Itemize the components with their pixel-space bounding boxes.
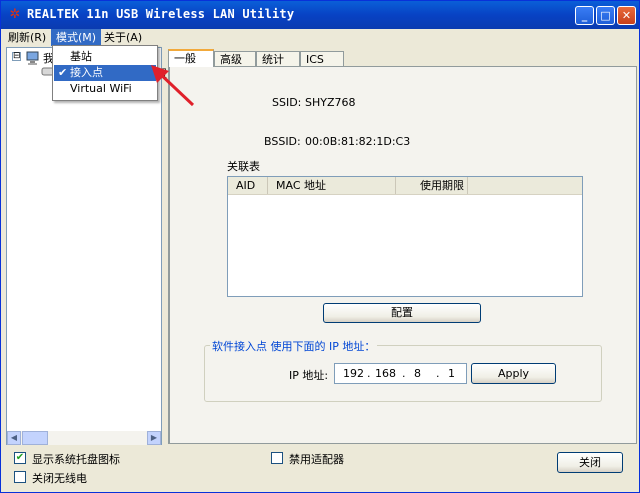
radio-off-label[interactable]: 关闭无线电 (32, 470, 87, 486)
scroll-thumb[interactable] (22, 431, 48, 445)
computer-icon (26, 51, 39, 65)
scroll-left-icon[interactable]: ◀ (7, 431, 21, 445)
tab-ics[interactable]: ICS (300, 51, 344, 66)
menu-item-access-point[interactable]: ✔ 接入点 (54, 65, 156, 81)
close-window-button[interactable]: ✕ (617, 6, 636, 25)
column-aid[interactable]: AID (228, 177, 268, 194)
red-arrow-annotation-icon (151, 65, 195, 107)
association-table-label: 关联表 (227, 160, 260, 173)
window-title: REALTEK 11n USB Wireless LAN Utility (27, 7, 295, 21)
show-tray-label[interactable]: 显示系统托盘图标 (32, 451, 120, 467)
menu-refresh[interactable]: 刷新(R) (3, 29, 51, 46)
ip-octet-2[interactable]: 168 (375, 367, 396, 380)
column-lease[interactable]: 使用期限 (396, 177, 468, 194)
bssid-label: BSSID: (264, 135, 301, 148)
menu-item-station[interactable]: 基站 (54, 49, 156, 65)
title-bar[interactable]: ✲ REALTEK 11n USB Wireless LAN Utility _… (1, 1, 639, 29)
check-icon: ✔ (15, 452, 25, 463)
close-button[interactable]: 关闭 (557, 452, 623, 473)
realtek-icon: ✲ (9, 7, 21, 22)
ip-octet-1[interactable]: 192 (343, 367, 364, 380)
column-mac[interactable]: MAC 地址 (268, 177, 396, 194)
tree-horizontal-scrollbar[interactable]: ◀ ▶ (7, 431, 161, 445)
maximize-button[interactable]: □ (596, 6, 615, 25)
ip-address-label: IP 地址: (289, 369, 329, 382)
ssid-value: SHYZ768 (305, 96, 356, 109)
tree-expander-icon[interactable]: ⊟ (12, 52, 21, 61)
ip-octet-3[interactable]: 8 (414, 367, 421, 380)
soft-ap-group-title: 软件接入点 使用下面的 IP 地址： (210, 338, 378, 354)
menu-bar: 刷新(R) 模式(M) 关于(A) (1, 29, 639, 46)
mode-dropdown-menu: 基站 ✔ 接入点 Virtual WiFi (52, 45, 158, 101)
tab-advanced[interactable]: 高级 (214, 51, 256, 66)
apply-button[interactable]: Apply (471, 363, 556, 384)
menu-item-virtual-wifi[interactable]: Virtual WiFi (54, 81, 156, 97)
ssid-label: SSID: (272, 96, 302, 109)
radio-off-checkbox[interactable] (14, 471, 26, 483)
disable-adapter-label[interactable]: 禁用适配器 (289, 451, 344, 467)
show-tray-checkbox[interactable]: ✔ (14, 452, 26, 464)
table-header: AID MAC 地址 使用期限 (228, 177, 582, 195)
menu-mode[interactable]: 模式(M) (51, 29, 102, 46)
tab-statistics[interactable]: 统计 (256, 51, 300, 66)
app-window: ✲ REALTEK 11n USB Wireless LAN Utility _… (0, 0, 640, 493)
minimize-button[interactable]: _ (575, 6, 594, 25)
ip-address-input[interactable]: 192 . 168 . 8 . 1 (334, 363, 467, 384)
association-table[interactable]: AID MAC 地址 使用期限 (227, 176, 583, 297)
ip-octet-4[interactable]: 1 (448, 367, 455, 380)
bssid-value: 00:0B:81:82:1D:C3 (305, 135, 411, 148)
menu-about[interactable]: 关于(A) (99, 29, 147, 46)
check-icon: ✔ (58, 66, 68, 79)
adapter-tree[interactable]: ⊟ 我 (6, 47, 162, 445)
config-button[interactable]: 配置 (323, 303, 481, 323)
disable-adapter-checkbox[interactable] (271, 452, 283, 464)
scroll-right-icon[interactable]: ▶ (147, 431, 161, 445)
